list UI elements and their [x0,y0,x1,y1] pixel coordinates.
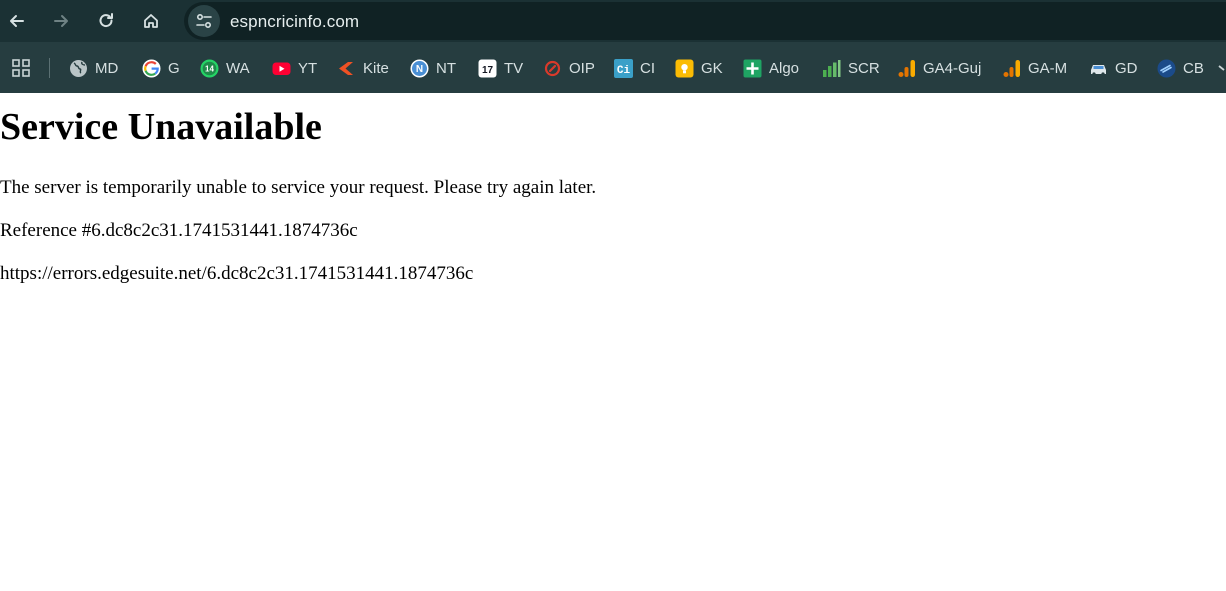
bookmark-kite[interactable]: Kite [337,55,389,81]
bookmark-g[interactable]: G [142,55,180,81]
bars-green-icon [822,59,841,78]
error-message: The server is temporarily unable to serv… [0,177,597,198]
bookmark-oip[interactable]: OIP [543,55,595,81]
error-page: Service Unavailable The server is tempor… [0,93,1226,591]
address-bar[interactable]: espncricinfo.com [184,2,1226,40]
bookmarks-bar: MD G 14 WA YT Kite N NT 17 TV OIP Ci CI … [0,42,1226,93]
whatsapp-icon: 14 [200,59,219,78]
bookmark-ci[interactable]: Ci CI [614,55,655,81]
bookmark-wa[interactable]: 14 WA [200,55,250,81]
browser-toolbar: espncricinfo.com [0,0,1226,42]
svg-text:Ci: Ci [617,65,631,77]
svg-text:N: N [416,64,423,75]
reload-button[interactable] [90,5,122,37]
apps-grid-icon[interactable] [11,58,31,78]
bookmark-ga-m[interactable]: GA-M [1002,55,1067,81]
bookmark-yt[interactable]: YT [272,55,317,81]
tradingview-icon: 17 [478,59,497,78]
site-info-button[interactable] [188,5,220,37]
bookmark-tv[interactable]: 17 TV [478,55,523,81]
bookmark-md[interactable]: MD [69,55,118,81]
bookmark-algo[interactable]: Algo [743,55,799,81]
forward-button[interactable] [45,5,77,37]
svg-text:14: 14 [205,64,214,73]
kite-icon [337,59,356,78]
analytics-icon [897,59,916,78]
svg-text:17: 17 [482,64,494,75]
bookmark-nt[interactable]: N NT [410,55,456,81]
analytics-icon [1002,59,1021,78]
more-bookmarks-chevron-icon[interactable] [1218,60,1226,74]
sheets-plus-icon [743,59,762,78]
page-title: Service Unavailable [0,106,322,148]
bookmark-gk[interactable]: GK [675,55,723,81]
arrow-right-icon [54,15,68,27]
arrow-left-icon [10,15,24,27]
keep-icon [675,59,694,78]
bookmark-scr[interactable]: SCR [822,55,880,81]
globe-icon [69,59,88,78]
bookmark-cb[interactable]: CB [1157,55,1204,81]
url-text[interactable]: espncricinfo.com [230,12,359,32]
ci-icon: Ci [614,58,633,78]
error-url-text: https://errors.edgesuite.net/6.dc8c2c31.… [0,263,474,284]
tune-icon [196,13,212,29]
home-icon [144,14,158,28]
google-icon [142,59,161,78]
bookmark-ga4-guj[interactable]: GA4-Guj [897,55,981,81]
n-circle-icon: N [410,59,429,78]
home-button[interactable] [135,5,167,37]
bookmarks-separator [49,58,50,78]
oip-icon [543,59,562,78]
cb-icon [1157,59,1176,78]
car-icon [1089,59,1108,78]
youtube-icon [272,59,291,78]
reference-text: Reference #6.dc8c2c31.1741531441.1874736… [0,220,358,241]
back-button[interactable] [1,5,33,37]
reload-icon [99,13,113,28]
bookmark-gd[interactable]: GD [1089,55,1138,81]
